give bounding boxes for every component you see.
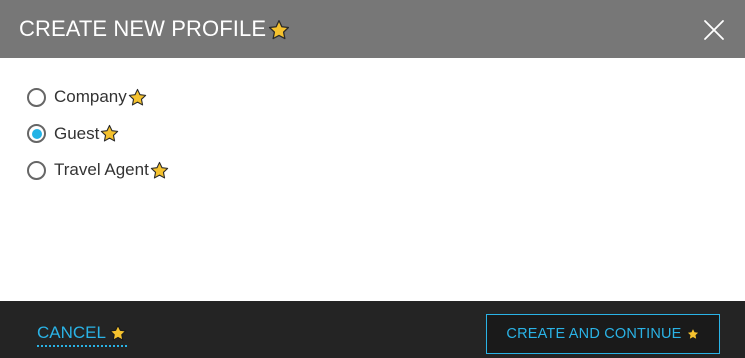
option-label: Company bbox=[54, 87, 127, 106]
cancel-label: CANCEL bbox=[37, 323, 106, 342]
cancel-button[interactable]: CANCEL bbox=[37, 323, 127, 347]
option-guest[interactable]: Guest bbox=[27, 122, 169, 146]
star-icon bbox=[128, 88, 146, 105]
star-icon bbox=[686, 327, 699, 340]
company-radio[interactable] bbox=[27, 87, 46, 107]
dialog-title-text: CREATE NEW PROFILE bbox=[19, 16, 267, 41]
option-label: Travel Agent bbox=[54, 160, 149, 179]
star-icon bbox=[101, 124, 119, 142]
close-button[interactable] bbox=[701, 17, 727, 43]
star-icon bbox=[150, 161, 169, 178]
profile-type-options: Company Guest Travel Agent bbox=[27, 85, 169, 195]
option-company[interactable]: Company bbox=[27, 85, 169, 109]
dialog-footer: CANCEL CREATE AND CONTINUE bbox=[0, 301, 745, 358]
option-travel-agent[interactable]: Travel Agent bbox=[27, 158, 169, 182]
star-icon bbox=[269, 20, 290, 40]
star-icon bbox=[109, 324, 127, 341]
guest-radio[interactable] bbox=[27, 124, 46, 143]
create-and-continue-button[interactable]: CREATE AND CONTINUE bbox=[486, 314, 720, 354]
dialog-header: CREATE NEW PROFILE bbox=[0, 0, 745, 58]
close-icon bbox=[704, 20, 724, 40]
create-label: CREATE AND CONTINUE bbox=[506, 326, 682, 342]
dialog-title: CREATE NEW PROFILE bbox=[19, 15, 290, 43]
travel-agent-radio[interactable] bbox=[27, 160, 46, 180]
option-label: Guest bbox=[54, 123, 100, 143]
